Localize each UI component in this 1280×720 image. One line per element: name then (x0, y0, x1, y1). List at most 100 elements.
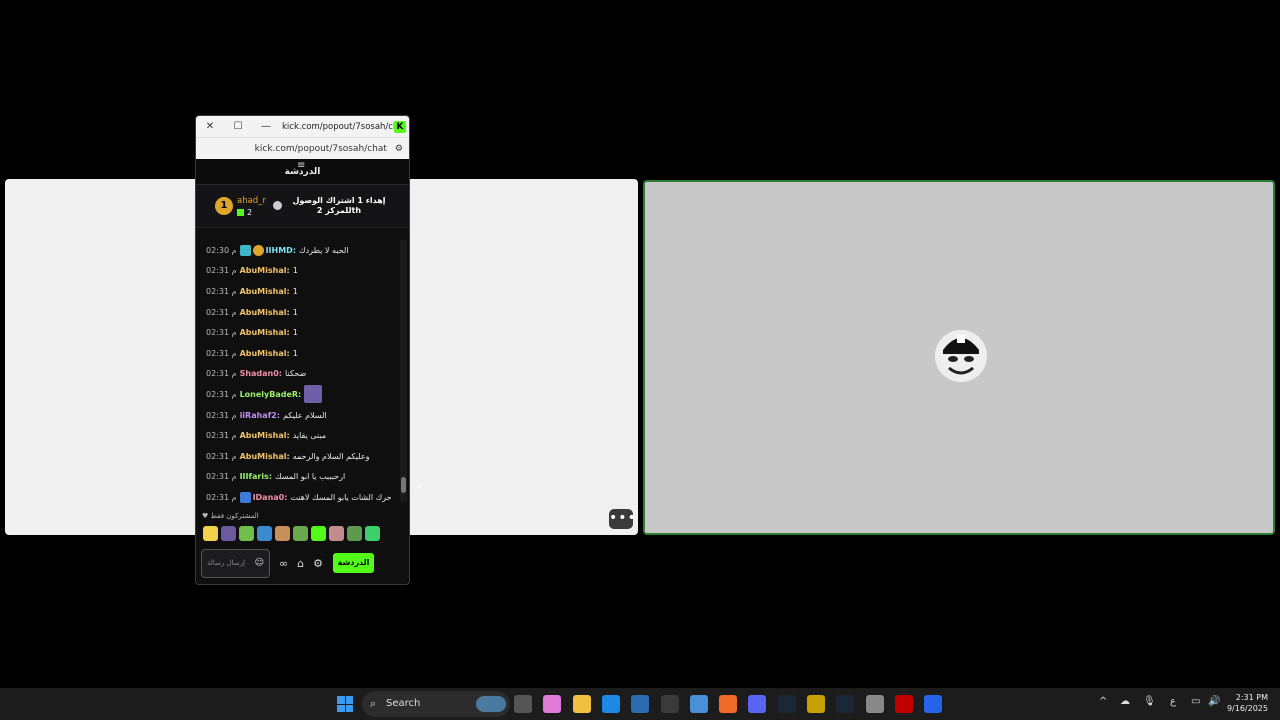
emote-icon[interactable] (293, 526, 308, 541)
address-text: kick.com/popout/7sosah/chat (254, 143, 387, 154)
message-timestamp: 02:31 م (206, 328, 237, 338)
emote-icon[interactable] (311, 526, 326, 541)
search-highlight-icon (476, 696, 506, 712)
taskbar-app-icon[interactable] (894, 695, 913, 713)
message-username[interactable]: AbuMishal: (240, 308, 290, 317)
chat-message: 02:31 م AbuMishal: 1 (196, 261, 400, 282)
chat-message: 02:31 م AbuMishal: 1 (196, 281, 400, 302)
message-timestamp: 02:31 م (206, 492, 237, 502)
taskbar-app-icon[interactable] (924, 695, 943, 713)
search-placeholder: Search (386, 698, 421, 709)
message-text: 1 (292, 307, 298, 317)
site-settings-icon[interactable]: ⚙ (395, 144, 403, 154)
gear-icon[interactable] (273, 201, 282, 210)
message-username[interactable]: LonelyBadeR: (240, 390, 302, 399)
window-titlebar: ✕ ☐ — kick.com/popout/7sosah/ch... K (196, 116, 409, 137)
gift-icon (237, 209, 244, 216)
message-text: السلام عليكم (282, 410, 327, 420)
taskbar-app-icon[interactable] (807, 695, 825, 713)
message-username[interactable]: AbuMishal: (240, 349, 290, 358)
message-username[interactable]: AbuMishal: (240, 328, 290, 337)
chat-message: 02:30 م IIHMD: الحبه لا يطردك (196, 240, 400, 261)
message-username[interactable]: IIIfaris: (240, 472, 272, 481)
store-icon[interactable]: ⌂ (297, 557, 304, 570)
chat-message: 02:31 م AbuMishal: وعليكم السلام والرحمه (196, 446, 400, 467)
scroll-down-icon[interactable]: ≡ (297, 160, 305, 171)
message-timestamp: 02:31 م (206, 307, 237, 317)
desktop: ••• ✕ ☐ — kick.com/popout/7sosah/ch... K… (0, 0, 1280, 720)
chat-message: 02:31 م AbuMishal: 1 (196, 322, 400, 343)
message-username[interactable]: AbuMishal: (240, 452, 290, 461)
message-timestamp: 02:31 م (206, 431, 237, 441)
maximize-icon[interactable]: ☐ (224, 121, 252, 132)
taskbar-app-icon[interactable] (572, 695, 591, 713)
settings-icon[interactable]: ⚙ (313, 557, 323, 570)
message-username[interactable]: AbuMishal: (240, 287, 290, 296)
message-timestamp: 02:31 م (206, 266, 237, 276)
chat-scrollbar[interactable] (400, 240, 407, 502)
emote-icon (304, 385, 323, 404)
infinity-icon[interactable]: ∞ (279, 557, 288, 570)
taskbar-app-icon[interactable] (543, 695, 562, 713)
minimize-icon[interactable]: — (252, 121, 280, 132)
emote-icon[interactable] (239, 526, 254, 541)
right-video-panel (643, 180, 1275, 535)
message-username[interactable]: iiRahaf2: (240, 411, 280, 420)
close-icon[interactable]: ✕ (196, 121, 224, 132)
message-username[interactable]: AbuMishal: (240, 266, 290, 275)
language-indicator[interactable]: ع (1170, 696, 1176, 707)
onedrive-icon[interactable]: ☁ (1120, 696, 1130, 707)
taskbar-app-icon[interactable] (865, 695, 884, 713)
emote-icon[interactable] (347, 526, 362, 541)
emoji-icon[interactable]: ☺ (255, 558, 264, 568)
taskbar-app-icon[interactable] (514, 695, 532, 713)
taskbar-app-icon[interactable] (601, 695, 620, 713)
emote-icon[interactable] (365, 526, 380, 541)
message-username[interactable]: IDana0: (253, 493, 288, 502)
taskbar-app-icon[interactable] (836, 695, 855, 713)
more-options-button[interactable]: ••• (609, 509, 636, 529)
message-username[interactable]: Shadan0: (240, 369, 282, 378)
pinned-gift-banner[interactable]: 1 ahad_r 2 إهداء 1 اشتراك الوصول للمركز … (196, 185, 409, 228)
microphone-icon[interactable]: 🎙 (1143, 696, 1156, 707)
chat-message: 02:31 م LonelyBadeR: (196, 384, 400, 405)
message-text: 1 (292, 266, 298, 276)
message-text: 1 (292, 348, 298, 358)
emote-icon[interactable] (329, 526, 344, 541)
start-button[interactable] (337, 696, 353, 712)
tray-overflow-icon[interactable]: ^ (1099, 696, 1107, 707)
scrollbar-thumb[interactable] (401, 477, 406, 493)
emote-icon[interactable] (221, 526, 236, 541)
chat-message: 02:31 م IIIfaris: ارحبببب يا ابو المسك (196, 467, 400, 488)
address-bar[interactable]: kick.com/popout/7sosah/chat ⚙ (196, 137, 409, 159)
message-username[interactable]: AbuMishal: (240, 431, 290, 440)
message-timestamp: 02:31 م (206, 389, 237, 399)
message-timestamp: 02:31 م (206, 286, 237, 296)
message-username[interactable]: IIHMD: (266, 246, 296, 255)
taskbar-app-icon[interactable] (777, 695, 796, 713)
message-timestamp: 02:30 م (206, 245, 237, 255)
taskbar-app-icon[interactable] (719, 695, 738, 713)
emote-icon[interactable] (275, 526, 290, 541)
input-placeholder: إرسال رسالة (207, 559, 245, 567)
chat-send-button[interactable]: الدردشة (333, 553, 375, 573)
chat-message: 02:31 م AbuMishal: مبنى يقايد (196, 425, 400, 446)
chat-message-input[interactable]: إرسال رسالة ☺ (201, 548, 270, 578)
taskbar-app-icon[interactable] (689, 695, 708, 713)
taskbar-app-icon[interactable] (748, 695, 767, 713)
taskbar-app-icon[interactable] (660, 695, 679, 713)
message-timestamp: 02:31 م (206, 348, 237, 358)
emote-icon[interactable] (203, 526, 218, 541)
gifter-username[interactable]: ahad_r (237, 196, 266, 206)
search-icon: ⌕ (370, 697, 377, 710)
volume-icon[interactable]: 🔊 (1208, 696, 1220, 707)
taskbar-app-icon[interactable] (631, 695, 650, 713)
emote-icon[interactable] (257, 526, 272, 541)
user-badge-icon (239, 244, 251, 256)
hand-cursor-icon: ☝ (414, 481, 423, 497)
taskbar-search[interactable]: ⌕ Search (362, 691, 510, 717)
gift-count: 2 (237, 208, 252, 217)
taskbar: ⌕ Search ^ ☁ 🎙 ع ▭ 🔊 2:31 PM 9/16/2025 (0, 688, 1280, 720)
network-icon[interactable]: ▭ (1191, 696, 1200, 707)
system-clock[interactable]: 2:31 PM 9/16/2025 (1226, 692, 1268, 714)
